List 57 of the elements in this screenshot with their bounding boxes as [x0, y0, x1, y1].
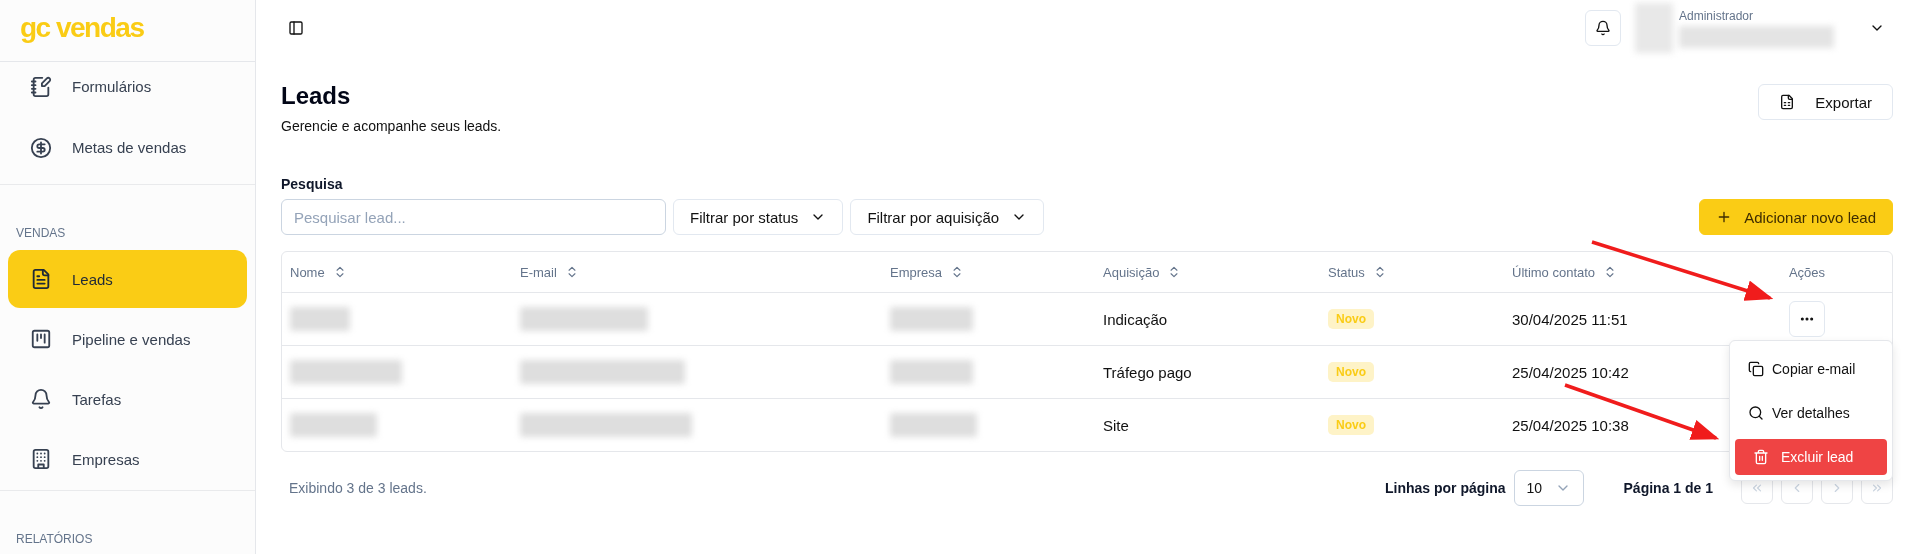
menu-item[interactable]: Copiar e-mail — [1735, 351, 1887, 387]
rows-per-page-label: Linhas por página — [1384, 480, 1506, 496]
chevron-icon — [1750, 481, 1764, 495]
rows-per-page-select[interactable]: 10 — [1513, 470, 1584, 506]
section-label: RELATÓRIOS — [15, 530, 94, 548]
logo: gc vendas — [20, 11, 144, 44]
column-header[interactable]: Nome — [282, 264, 512, 280]
notebook-icon — [30, 75, 52, 98]
table-cell-text: Tráfego pago — [1102, 363, 1193, 381]
sidebar-item[interactable]: Tarefas — [8, 370, 247, 428]
table-cell-text: 25/04/2025 10:42 — [1511, 363, 1630, 381]
blurred-cell — [290, 307, 350, 331]
filter-dropdown[interactable]: Filtrar por status — [673, 199, 844, 235]
sidebar-item[interactable]: Formulários — [8, 56, 247, 117]
user-role: Administrador — [1679, 8, 1755, 23]
kanban-icon — [30, 328, 52, 350]
trash-icon — [1753, 449, 1769, 465]
table-cell-text: Site — [1102, 416, 1130, 434]
document-icon — [30, 268, 52, 290]
column-header[interactable]: Empresa — [882, 264, 1095, 280]
search-label: Pesquisa — [281, 176, 344, 192]
sidebar-item[interactable]: Empresas — [8, 430, 247, 488]
chevron-icon — [1870, 481, 1884, 495]
column-header[interactable]: Último contato — [1504, 264, 1722, 280]
bell-icon — [1595, 20, 1611, 36]
dollar-icon — [30, 136, 52, 159]
notifications-button[interactable] — [1585, 10, 1621, 46]
sidebar-toggle-icon — [288, 20, 304, 36]
table-cell-text: 30/04/2025 11:51 — [1511, 310, 1629, 328]
export-button[interactable]: Exportar — [1758, 84, 1893, 120]
copy-icon — [1748, 361, 1764, 377]
column-header[interactable]: Aquisição — [1095, 264, 1320, 280]
sidebar-item[interactable]: Metas de vendas — [8, 117, 247, 178]
status-badge: Novo — [1328, 309, 1374, 329]
table-cell-text: Indicação — [1102, 310, 1169, 328]
row-actions-button[interactable] — [1789, 301, 1825, 337]
menu-item[interactable]: Ver detalhes — [1735, 395, 1887, 431]
status-badge: Novo — [1328, 415, 1374, 435]
column-header[interactable]: Status — [1320, 264, 1504, 280]
search-icon — [1748, 405, 1764, 421]
page-info: Página 1 de 1 — [1623, 480, 1713, 496]
bell-icon — [30, 388, 52, 410]
page-subtitle: Gerencie e acompanhe seus leads. — [281, 118, 503, 134]
spreadsheet-icon — [1779, 94, 1796, 110]
column-header[interactable]: E-mail — [512, 264, 882, 280]
filter-dropdown[interactable]: Filtrar por aquisição — [850, 199, 1045, 235]
building-icon — [30, 448, 52, 470]
sidebar-item[interactable]: Leads — [8, 250, 247, 308]
add-lead-button[interactable]: Adicionar novo lead — [1699, 199, 1893, 235]
column-header: Ações — [1787, 264, 1827, 280]
section-label: VENDAS — [15, 225, 67, 242]
sidebar-item[interactable]: Pipeline e vendas — [8, 310, 247, 368]
search-field[interactable]: Pesquisar lead... — [281, 199, 666, 235]
status-badge: Novo — [1328, 362, 1374, 382]
results-summary: Exibindo 3 de 3 leads. — [289, 480, 427, 496]
table-cell-text: 25/04/2025 10:38 — [1511, 416, 1630, 434]
page-title: Leads — [281, 82, 352, 110]
